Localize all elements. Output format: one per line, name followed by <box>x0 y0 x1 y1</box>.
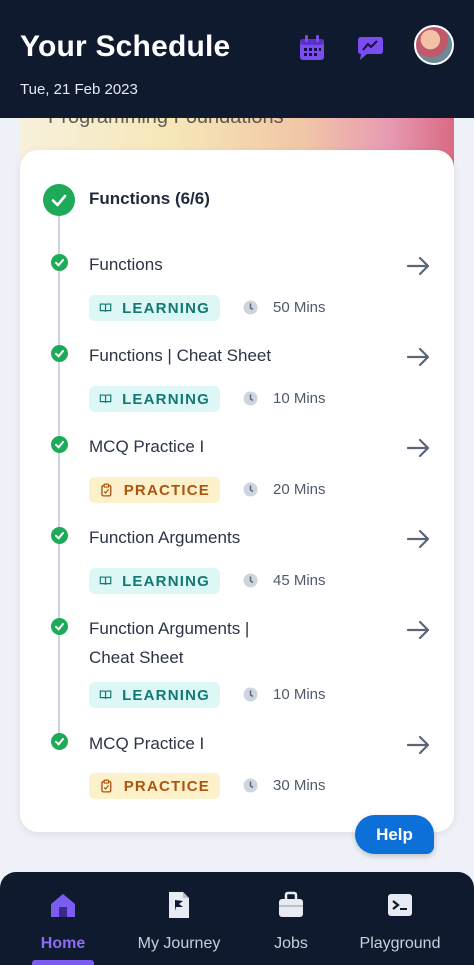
complete-check-icon <box>51 618 68 635</box>
briefcase-icon <box>279 891 303 917</box>
item-title: MCQ Practice I <box>89 734 205 753</box>
bottom-nav: Home My Journey Jobs Playground <box>0 872 474 965</box>
item-title: Function Arguments | Cheat Sheet <box>89 619 250 667</box>
arrow-right-icon[interactable] <box>406 437 432 459</box>
journey-icon <box>169 892 189 918</box>
nav-label: Home <box>40 935 86 952</box>
learning-badge: LEARNING <box>89 295 220 321</box>
item-title: Functions <box>89 255 163 274</box>
nav-playground[interactable]: Playground <box>355 890 445 953</box>
item-title: MCQ Practice I <box>89 437 205 456</box>
feed-icon[interactable] <box>355 33 385 63</box>
module-title: Functions (6/6) <box>89 189 210 208</box>
badge-label: PRACTICE <box>123 481 210 499</box>
learning-badge: LEARNING <box>89 568 220 594</box>
nav-label: My Journey <box>137 935 221 952</box>
duration-text: 10 Mins <box>273 390 326 407</box>
badge-label: LEARNING <box>122 572 210 590</box>
duration-text: 10 Mins <box>273 686 326 703</box>
badge-label: PRACTICE <box>123 777 210 795</box>
nav-home[interactable]: Home <box>36 890 90 953</box>
duration-text: 45 Mins <box>273 572 326 589</box>
book-icon <box>99 394 112 403</box>
learning-badge: LEARNING <box>89 386 220 412</box>
clipboard-icon <box>101 483 112 497</box>
arrow-right-icon[interactable] <box>406 734 432 756</box>
nav-label: Jobs <box>274 935 308 952</box>
arrow-right-icon[interactable] <box>406 346 432 368</box>
course-title: Programming Foundations <box>48 118 284 129</box>
active-tab-indicator <box>32 960 94 965</box>
complete-check-icon <box>51 254 68 271</box>
module-complete-icon <box>43 184 75 216</box>
timeline-line <box>58 216 60 740</box>
book-icon <box>99 576 112 585</box>
complete-check-icon <box>51 527 68 544</box>
clock-icon <box>243 573 258 588</box>
clock-icon <box>243 391 258 406</box>
badge-label: LEARNING <box>122 299 210 317</box>
arrow-right-icon[interactable] <box>406 528 432 550</box>
terminal-icon <box>388 894 412 916</box>
home-icon <box>51 894 75 917</box>
help-button[interactable]: Help <box>355 815 434 854</box>
current-date: Tue, 21 Feb 2023 <box>20 81 138 98</box>
arrow-right-icon[interactable] <box>406 619 432 641</box>
clock-icon <box>243 687 258 702</box>
nav-my-journey[interactable]: My Journey <box>134 890 224 953</box>
arrow-right-icon[interactable] <box>406 255 432 277</box>
duration-text: 20 Mins <box>273 481 326 498</box>
page-title: Your Schedule <box>20 30 231 63</box>
practice-badge: PRACTICE <box>89 477 220 503</box>
app-header: Your Schedule Tue, 21 Feb 2023 <box>0 0 474 118</box>
book-icon <box>99 303 112 312</box>
calendar-icon[interactable] <box>297 33 327 63</box>
complete-check-icon <box>51 733 68 750</box>
learning-badge: LEARNING <box>89 682 220 708</box>
clock-icon <box>243 778 258 793</box>
clock-icon <box>243 300 258 315</box>
duration-text: 50 Mins <box>273 299 326 316</box>
avatar[interactable] <box>414 25 454 65</box>
item-title: Functions | Cheat Sheet <box>89 346 272 365</box>
item-title: Function Arguments <box>89 528 241 547</box>
nav-jobs[interactable]: Jobs <box>268 890 314 953</box>
complete-check-icon <box>51 345 68 362</box>
complete-check-icon <box>51 436 68 453</box>
practice-badge: PRACTICE <box>89 773 220 799</box>
clipboard-icon <box>101 779 112 793</box>
clock-icon <box>243 482 258 497</box>
duration-text: 30 Mins <box>273 777 326 794</box>
nav-label: Playground <box>359 935 441 952</box>
badge-label: LEARNING <box>122 390 210 408</box>
book-icon <box>99 690 112 699</box>
badge-label: LEARNING <box>122 686 210 704</box>
